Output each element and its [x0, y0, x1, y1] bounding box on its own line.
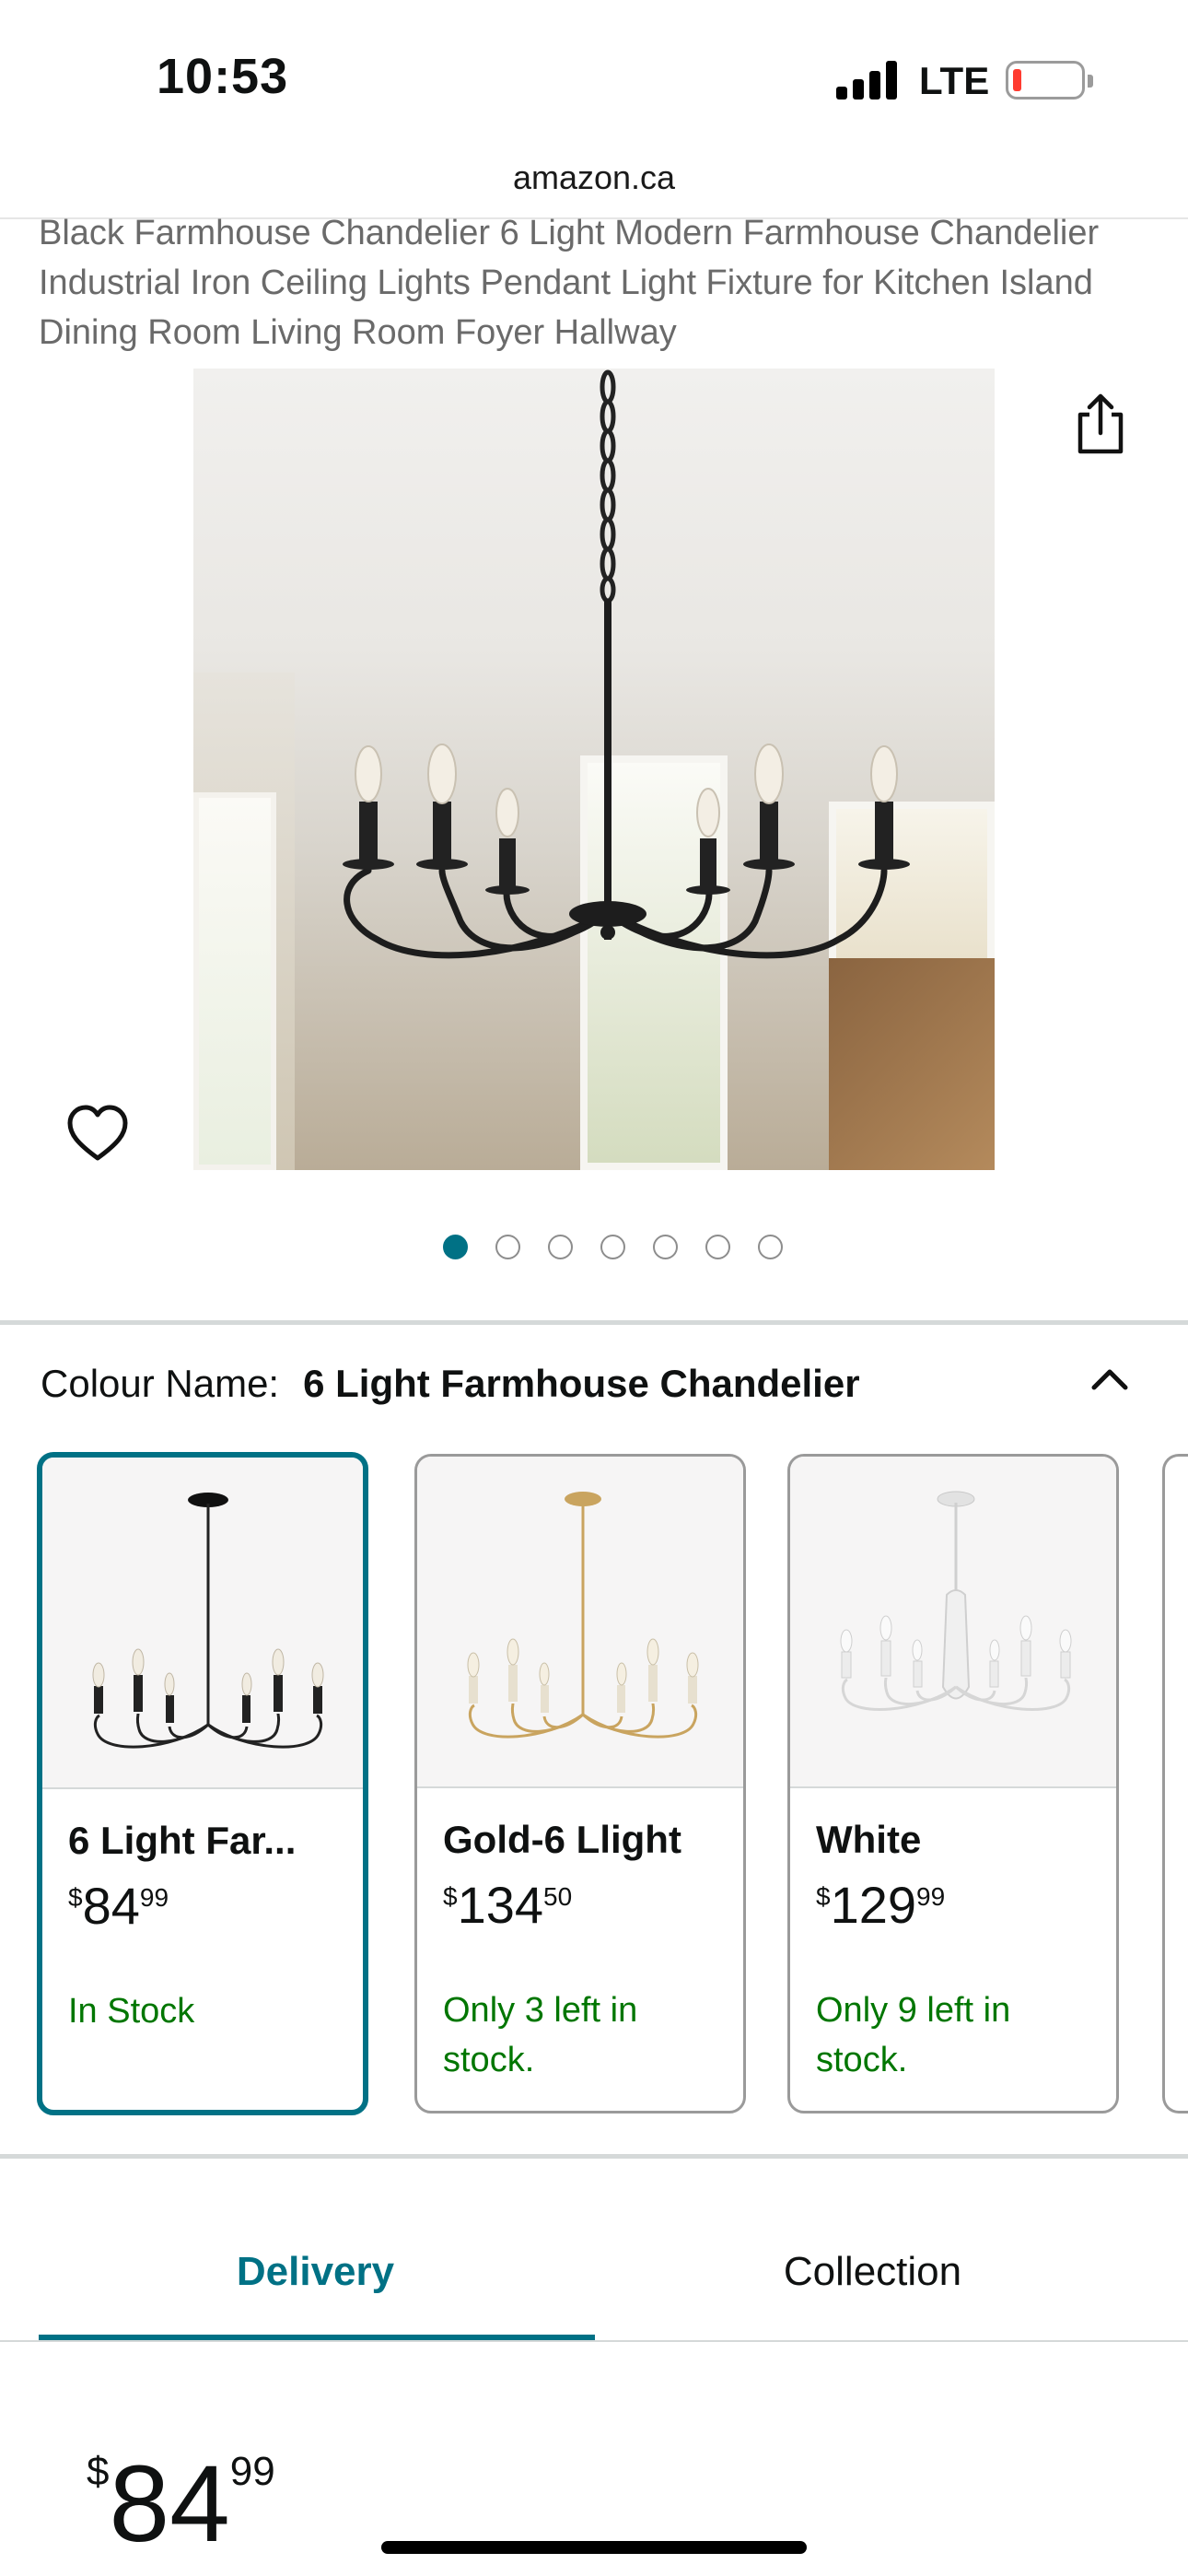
share-icon[interactable]	[1064, 387, 1137, 461]
section-divider	[0, 1320, 1188, 1325]
carousel-dot[interactable]	[757, 1235, 783, 1259]
battery-icon	[1006, 61, 1093, 100]
carousel-dot[interactable]	[705, 1235, 730, 1259]
buybox-price: $8499	[87, 2443, 275, 2565]
variant-stock-status: Only 3 left in stock.	[443, 1991, 638, 2079]
variant-card-partial[interactable]	[1162, 1454, 1188, 2113]
section-divider	[0, 2154, 1188, 2159]
variant-card[interactable]: 6 Light Far... $8499 In Stock	[37, 1452, 368, 2115]
variant-card[interactable]: White $12999 Only 9 left in stock.	[787, 1454, 1119, 2113]
colour-label: Colour Name:	[41, 1362, 280, 1405]
colour-value: 6 Light Farmhouse Chandelier	[303, 1362, 860, 1405]
chevron-up-icon[interactable]	[1087, 1360, 1133, 1397]
carousel-dot[interactable]	[495, 1235, 520, 1259]
variant-card[interactable]: Gold-6 Llight $13450 Only 3 left in stoc…	[414, 1454, 746, 2113]
variant-name: White	[816, 1818, 922, 1861]
variant-name: Gold-6 Llight	[443, 1818, 681, 1861]
variant-list: 6 Light Far... $8499 In Stock Gold-6 Lli…	[37, 1452, 1188, 2117]
heart-icon[interactable]	[64, 1101, 131, 1167]
fulfilment-tabs: Delivery Collection	[37, 2211, 1151, 2340]
carousel-dot[interactable]	[600, 1235, 625, 1259]
product-image[interactable]	[193, 369, 995, 1170]
tabs-divider	[0, 2340, 1188, 2342]
tab-collection[interactable]: Collection	[594, 2211, 1151, 2340]
home-indicator[interactable]	[381, 2541, 807, 2554]
product-title: Black Farmhouse Chandelier 6 Light Moder…	[39, 214, 1100, 352]
variant-price: $13450	[443, 1876, 573, 1934]
active-tab-indicator	[39, 2335, 595, 2340]
variant-image	[790, 1457, 1116, 1788]
colour-selector-header[interactable]: Colour Name: 6 Light Farmhouse Chandelier	[41, 1362, 860, 1406]
status-bar: 10:53 LTE	[0, 0, 1188, 157]
variant-name: 6 Light Far...	[68, 1819, 297, 1862]
network-type: LTE	[919, 59, 990, 102]
carousel-dot[interactable]	[547, 1235, 573, 1259]
image-carousel-indicator[interactable]	[0, 1235, 1188, 1262]
address-bar-url[interactable]: amazon.ca	[0, 158, 1188, 197]
variant-price: $8499	[68, 1877, 169, 1935]
carousel-dot[interactable]	[442, 1235, 468, 1259]
variant-stock-status: In Stock	[68, 1992, 195, 2031]
status-time: 10:53	[157, 49, 289, 104]
carousel-dot[interactable]	[652, 1235, 678, 1259]
variant-image	[42, 1458, 363, 1789]
variant-price: $12999	[816, 1876, 946, 1934]
variant-stock-status: Only 9 left in stock.	[816, 1991, 1011, 2079]
variant-image	[417, 1457, 743, 1788]
signal-icon	[836, 61, 901, 100]
tab-delivery[interactable]: Delivery	[37, 2211, 594, 2340]
